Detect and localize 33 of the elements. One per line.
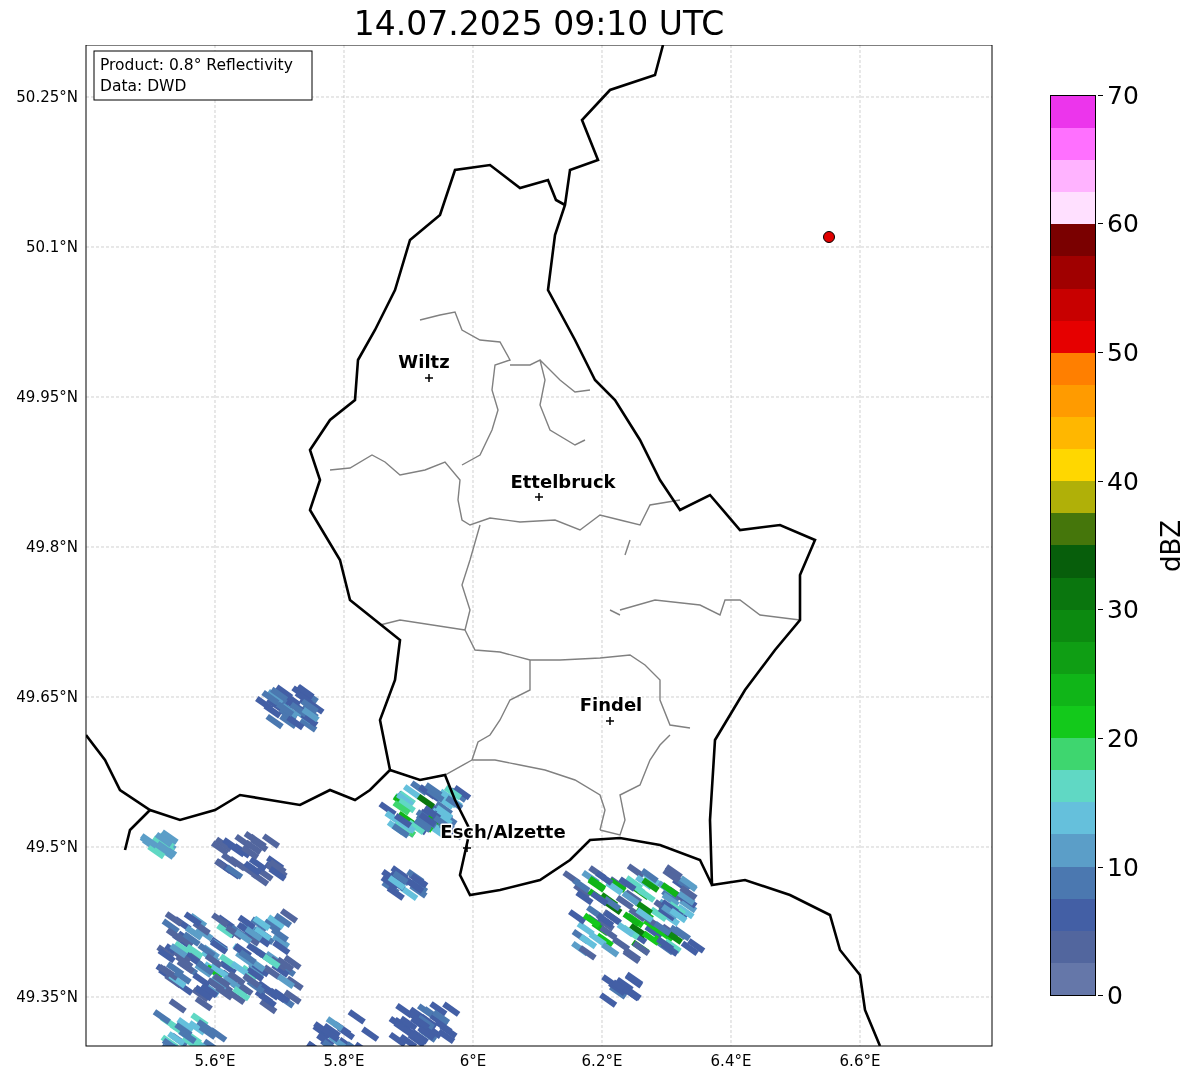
longitude-label: 6.4°E — [710, 1052, 752, 1070]
longitude-label: 6°E — [459, 1052, 487, 1070]
info-text: Product: 0.8° Reflectivity — [100, 56, 293, 74]
colorbar-tick-label: 50 — [1107, 339, 1139, 365]
chart-title: 14.07.2025 09:10 UTC — [352, 3, 726, 45]
city-label: Ettelbruck — [510, 471, 616, 492]
colorbar-tick-label: 0 — [1107, 983, 1123, 1009]
colorbar-tick-label: 20 — [1107, 726, 1139, 751]
longitude-label: 6.6°E — [839, 1052, 881, 1070]
latitude-label: 49.35°N — [16, 988, 78, 1006]
colorbar-tick-label: 60 — [1107, 211, 1139, 237]
info-text: Data: DWD — [100, 77, 187, 95]
colorbar-tick-label: 30 — [1107, 597, 1139, 623]
colorbar-tick-label: 40 — [1107, 468, 1139, 494]
city-label: Findel — [579, 694, 643, 715]
longitude-label: 5.8°E — [323, 1052, 365, 1070]
colorbar-tick-label: 70 — [1107, 82, 1139, 108]
city-marker-icon — [534, 492, 544, 502]
colorbar-tick-label: 10 — [1107, 854, 1139, 880]
colorbar-label: dBZ — [1155, 519, 1184, 572]
city-marker-icon — [424, 373, 434, 383]
latitude-label: 50.25°N — [16, 88, 78, 106]
latitude-label: 49.95°N — [16, 388, 78, 406]
longitude-label: 6.2°E — [581, 1052, 623, 1070]
latitude-label: 50.1°N — [25, 238, 78, 256]
city-label: Wiltz — [398, 351, 450, 372]
radar-site-marker — [823, 231, 835, 243]
latitude-label: 49.5°N — [25, 838, 78, 856]
city-marker-icon — [605, 716, 615, 726]
city-marker-icon — [462, 843, 472, 853]
latitude-label: 49.65°N — [16, 688, 78, 706]
longitude-label: 5.6°E — [194, 1052, 236, 1070]
latitude-label: 49.8°N — [25, 538, 78, 556]
